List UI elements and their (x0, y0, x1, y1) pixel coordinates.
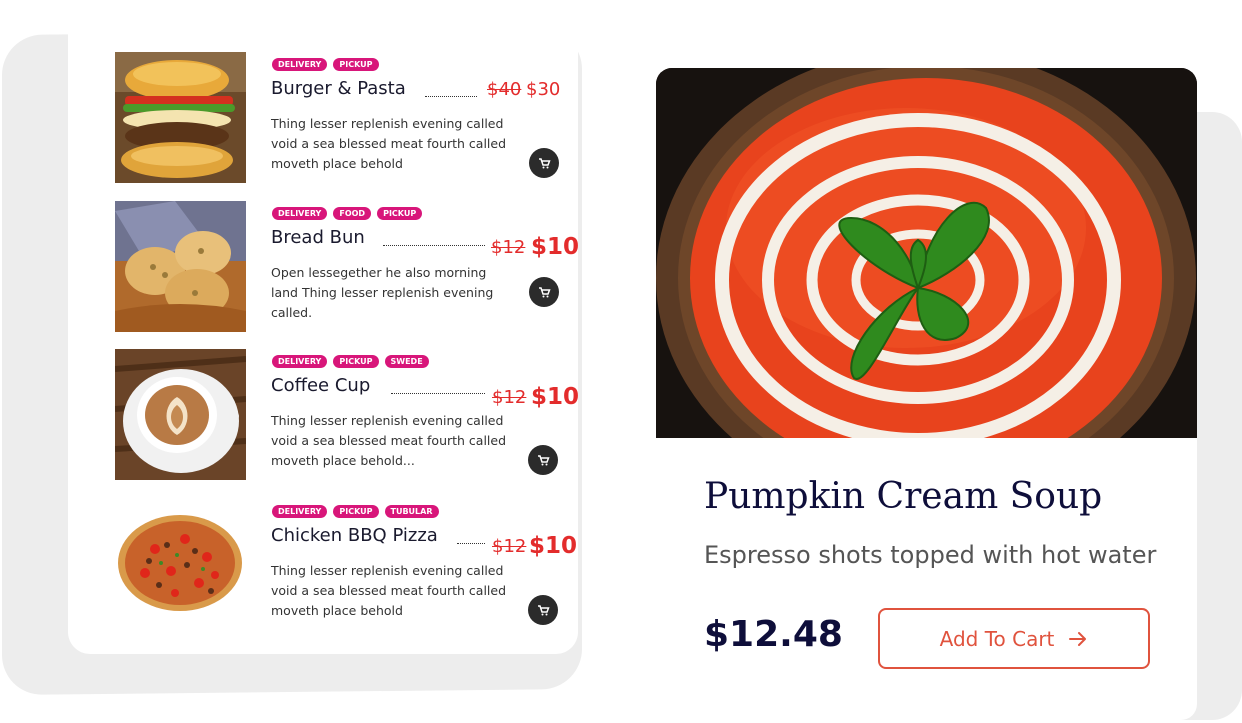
tag-badge: FOOD (333, 207, 372, 220)
coffee-image (115, 349, 246, 480)
tag-badge: PICKUP (333, 58, 379, 71)
tag-badge: SWEDE (384, 355, 429, 368)
cart-icon (539, 158, 551, 169)
cart-icon (538, 455, 550, 466)
new-price: $10 (531, 384, 580, 410)
dotted-leader (457, 543, 485, 544)
tag-badge: DELIVERY (272, 207, 328, 220)
tag-list: DELIVERY FOOD PICKUP (272, 207, 423, 220)
cart-icon (539, 287, 551, 298)
bread-image (115, 201, 246, 332)
item-description: Thing lesser replenish evening called vo… (271, 563, 507, 618)
item-name[interactable]: Burger & Pasta (271, 78, 406, 99)
new-price: $10 (531, 234, 580, 260)
item-name[interactable]: Chicken BBQ Pizza (271, 525, 438, 546)
tag-badge: PICKUP (333, 505, 379, 518)
add-to-cart-button[interactable] (529, 277, 559, 307)
add-to-cart-button[interactable]: Add To Cart (878, 608, 1150, 669)
tag-badge: PICKUP (333, 355, 379, 368)
item-description: Thing lesser replenish evening called vo… (271, 116, 507, 171)
new-price: $30 (526, 79, 561, 100)
old-price: $12 (491, 237, 526, 258)
product-subtitle: Espresso shots topped with hot water (704, 541, 1157, 569)
add-to-cart-label: Add To Cart (939, 626, 1055, 651)
add-to-cart-button[interactable] (528, 595, 558, 625)
menu-item: DELIVERY PICKUP TUBULAR Chicken BBQ Pizz… (115, 499, 578, 630)
dotted-leader (425, 96, 477, 97)
menu-item: DELIVERY PICKUP Burger & Pasta $40 $30 T… (115, 52, 575, 183)
tag-list: DELIVERY PICKUP (272, 58, 379, 71)
new-price: $10 (529, 533, 578, 559)
add-to-cart-button[interactable] (528, 445, 558, 475)
tag-badge: DELIVERY (272, 58, 328, 71)
item-name[interactable]: Bread Bun (271, 227, 365, 248)
tag-badge: PICKUP (377, 207, 423, 220)
tag-badge: DELIVERY (272, 505, 328, 518)
menu-item: DELIVERY FOOD PICKUP Bread Bun $12 $10 O… (115, 201, 579, 332)
old-price: $12 (492, 536, 527, 557)
pizza-image (115, 499, 246, 630)
product-title: Pumpkin Cream Soup (704, 476, 1103, 517)
item-name[interactable]: Coffee Cup (271, 375, 370, 396)
product-card: Pumpkin Cream Soup Espresso shots topped… (656, 68, 1197, 720)
soup-image (656, 68, 1197, 508)
menu-card: DELIVERY PICKUP Burger & Pasta $40 $30 T… (68, 0, 579, 654)
dotted-leader (383, 245, 485, 246)
tag-list: DELIVERY PICKUP SWEDE (272, 355, 429, 368)
item-description: Thing lesser replenish evening called vo… (271, 413, 507, 468)
cart-icon (538, 605, 550, 616)
product-price: $12.48 (704, 614, 843, 655)
tag-list: DELIVERY PICKUP TUBULAR (272, 505, 439, 518)
burger-image (115, 52, 246, 183)
menu-item: DELIVERY PICKUP SWEDE Coffee Cup $12 $10… (115, 349, 579, 480)
tag-badge: TUBULAR (384, 505, 439, 518)
add-to-cart-button[interactable] (529, 148, 559, 178)
old-price: $40 (487, 79, 522, 100)
tag-badge: DELIVERY (272, 355, 328, 368)
dotted-leader (391, 393, 485, 394)
item-description: Open lessegether he also morning land Th… (271, 265, 494, 320)
old-price: $12 (492, 387, 527, 408)
arrow-right-icon (1069, 631, 1087, 646)
